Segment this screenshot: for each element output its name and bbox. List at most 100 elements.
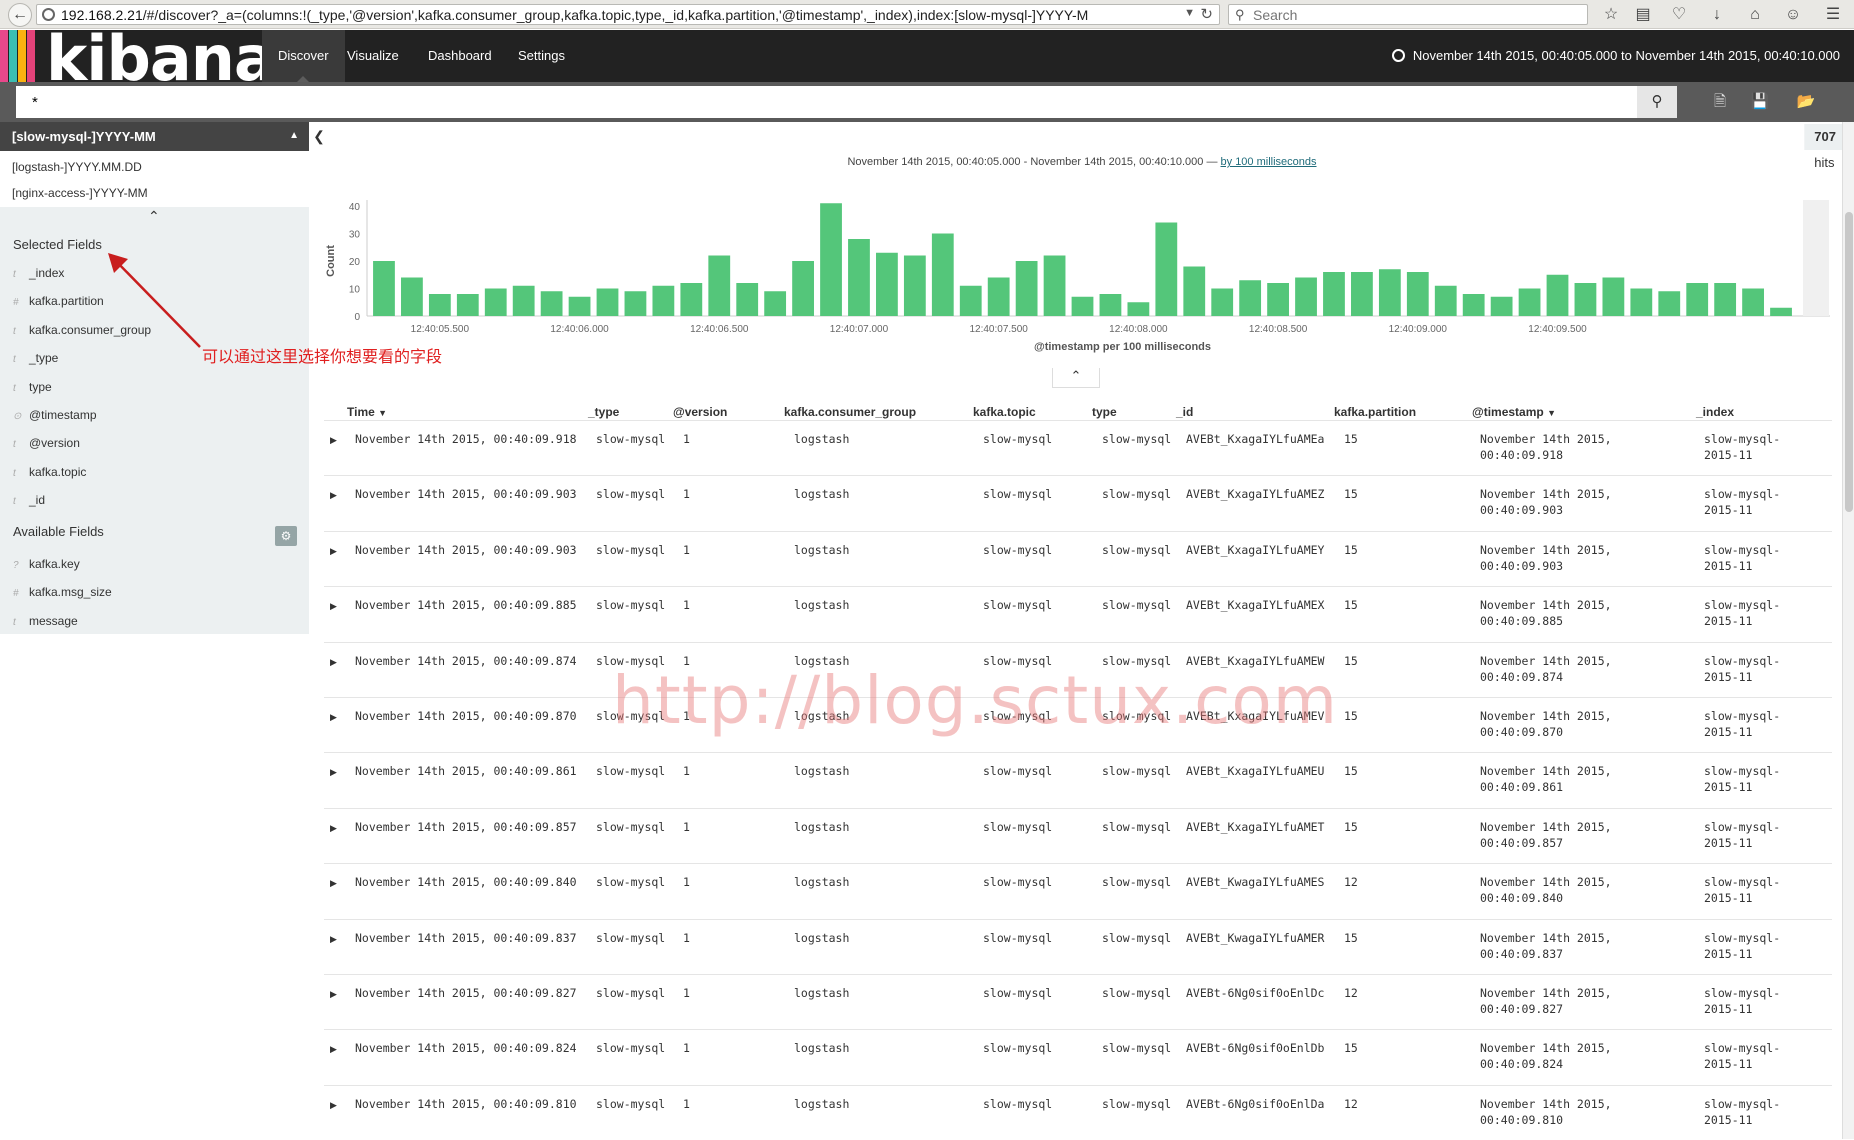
expand-row-icon[interactable]: ▶ xyxy=(330,823,337,834)
cell-index-line1: slow-mysql- xyxy=(1704,930,1781,945)
cell-type-meta: slow-mysql xyxy=(596,875,666,890)
expand-row-icon[interactable]: ▶ xyxy=(330,1044,337,1055)
reload-icon[interactable]: ↻ xyxy=(1200,5,1213,23)
chat-icon[interactable]: ☺ xyxy=(1782,4,1804,26)
annotation-arrow xyxy=(108,253,201,348)
query-input[interactable] xyxy=(16,86,1637,118)
cell-index-line1: slow-mysql- xyxy=(1704,487,1781,502)
menu-icon[interactable]: ☰ xyxy=(1822,4,1844,26)
save-icon[interactable]: 💾 xyxy=(1744,88,1776,116)
search-icon: ⚲ xyxy=(1235,7,1245,22)
reading-list-icon[interactable]: ▤ xyxy=(1632,4,1654,26)
tab-dashboard[interactable]: Dashboard xyxy=(412,30,508,82)
field-item[interactable]: # kafka.partition xyxy=(13,294,104,308)
cell-version: 1 xyxy=(683,1041,690,1056)
cell-topic: slow-mysql xyxy=(983,598,1053,613)
column-header-id[interactable]: _id xyxy=(1176,405,1193,419)
pocket-icon[interactable]: ♡ xyxy=(1668,4,1690,26)
cell-time: November 14th 2015, 00:40:09.861 xyxy=(355,764,577,779)
table-row[interactable]: ▶ November 14th 2015, 00:40:09.810 slow-my… xyxy=(324,1084,1832,1140)
url-dropdown-icon[interactable]: ▼ xyxy=(1184,7,1195,19)
histogram-bar xyxy=(1351,272,1373,316)
table-row[interactable]: ▶ November 14th 2015, 00:40:09.918 slow-my… xyxy=(324,420,1832,475)
table-row[interactable]: ▶ November 14th 2015, 00:40:09.824 slow-my… xyxy=(324,1029,1832,1084)
column-header-topic[interactable]: kafka.topic xyxy=(973,405,1036,419)
field-item[interactable]: ⊙ @timestamp xyxy=(13,408,97,422)
expand-row-icon[interactable]: ▶ xyxy=(330,989,337,1000)
cell-version: 1 xyxy=(683,819,690,834)
cell-index-line2: 2015-11 xyxy=(1704,725,1753,739)
column-header-timestamp[interactable]: @timestamp ▼ xyxy=(1472,405,1556,419)
column-header-consumer-group[interactable]: kafka.consumer_group xyxy=(784,405,916,419)
column-header-partition[interactable]: kafka.partition xyxy=(1334,405,1416,419)
histogram-bar xyxy=(540,291,563,316)
table-row[interactable]: ▶ November 14th 2015, 00:40:09.861 slow-my… xyxy=(324,752,1832,807)
field-item[interactable]: t _id xyxy=(13,493,45,507)
interval-link[interactable]: by 100 milliseconds xyxy=(1221,156,1317,168)
page-scrollbar[interactable] xyxy=(1842,122,1854,1139)
expand-row-icon[interactable]: ▶ xyxy=(330,490,337,501)
column-header-type[interactable]: type xyxy=(1092,405,1117,419)
cell-time: November 14th 2015, 00:40:09.918 xyxy=(355,432,577,446)
x-tick-label: 12:40:05.500 xyxy=(411,324,470,335)
histogram-bar xyxy=(1574,283,1597,316)
search-button[interactable]: ⚲ xyxy=(1637,86,1677,118)
column-header-version[interactable]: @version xyxy=(673,405,727,419)
back-arrow-icon[interactable]: ← xyxy=(8,3,32,27)
field-item[interactable]: # kafka.msg_size xyxy=(13,585,112,599)
table-row[interactable]: ▶ November 14th 2015, 00:40:09.837 slow-my… xyxy=(324,918,1832,974)
expand-row-icon[interactable]: ▶ xyxy=(330,601,337,612)
cell-time: November 14th 2015, 00:40:09.824 xyxy=(355,1041,577,1056)
home-icon[interactable]: ⌂ xyxy=(1744,4,1766,26)
chevron-left-icon[interactable]: ❮ xyxy=(310,128,328,148)
table-row[interactable]: ▶ November 14th 2015, 00:40:09.827 slow-my… xyxy=(324,974,1832,1029)
field-item[interactable]: t message xyxy=(13,614,78,628)
tab-settings[interactable]: Settings xyxy=(502,30,581,82)
scrollbar-thumb[interactable] xyxy=(1845,212,1853,512)
field-item[interactable]: t type xyxy=(13,380,52,394)
expand-row-icon[interactable]: ▶ xyxy=(330,546,337,557)
expand-row-icon[interactable]: ▶ xyxy=(330,878,337,889)
field-item[interactable]: t kafka.topic xyxy=(13,465,86,479)
sort-desc-icon[interactable]: ▼ xyxy=(1547,408,1556,418)
cell-index-line2: 2015-11 xyxy=(1704,891,1753,906)
cell-index-line1: slow-mysql- xyxy=(1704,542,1781,557)
expand-row-icon[interactable]: ▶ xyxy=(330,767,337,778)
new-search-icon[interactable]: 🗎 xyxy=(1704,88,1736,116)
column-header-type-meta[interactable]: _type xyxy=(588,405,619,419)
tab-visualize[interactable]: Visualize xyxy=(331,30,415,82)
cell-timestamp-date: November 14th 2015, xyxy=(1480,487,1612,502)
table-row[interactable]: ▶ November 14th 2015, 00:40:09.885 slow-my… xyxy=(324,586,1832,641)
expand-row-icon[interactable]: ▶ xyxy=(330,934,337,945)
table-row[interactable]: ▶ November 14th 2015, 00:40:09.857 slow-my… xyxy=(324,807,1832,863)
field-item[interactable]: t @version xyxy=(13,436,80,450)
histogram-bar xyxy=(792,261,814,316)
table-row[interactable]: ▶ November 14th 2015, 00:40:09.903 slow-my… xyxy=(324,475,1832,530)
browser-search-box[interactable]: ⚲ xyxy=(1228,4,1588,25)
field-item[interactable]: ? kafka.key xyxy=(13,557,80,571)
browser-search-input[interactable] xyxy=(1253,6,1573,23)
download-arrow-icon[interactable]: ↓ xyxy=(1706,4,1728,26)
field-name: type xyxy=(29,379,52,394)
expand-row-icon[interactable]: ▶ xyxy=(330,657,337,668)
time-picker[interactable]: November 14th 2015, 00:40:05.000 to Nove… xyxy=(1391,30,1840,82)
bookmark-star-icon[interactable]: ☆ xyxy=(1600,4,1622,26)
cell-partition: 12 xyxy=(1344,875,1358,890)
column-header-index[interactable]: _index xyxy=(1696,405,1734,419)
column-header-time[interactable]: Time ▼ xyxy=(347,405,387,419)
expand-row-icon[interactable]: ▶ xyxy=(330,435,337,446)
index-pattern-selector[interactable]: [slow-mysql-]YYYY-MM ▲ xyxy=(0,122,309,151)
collapse-chart-icon[interactable]: ⌃ xyxy=(1052,368,1100,388)
open-folder-icon[interactable]: 📂 xyxy=(1790,88,1822,116)
expand-row-icon[interactable]: ▶ xyxy=(330,712,337,723)
index-option[interactable]: [nginx-access-]YYYY-MM xyxy=(12,186,148,200)
table-row[interactable]: ▶ November 14th 2015, 00:40:09.840 slow-my… xyxy=(324,863,1832,918)
collapse-index-list-icon[interactable]: ⌃ xyxy=(148,208,160,225)
sort-desc-icon[interactable]: ▼ xyxy=(378,408,387,418)
url-text[interactable]: 192.168.2.21/#/discover?_a=(columns:!(_t… xyxy=(61,7,1161,23)
field-item[interactable]: t _type xyxy=(13,351,58,365)
field-item[interactable]: t _index xyxy=(13,266,64,280)
expand-row-icon[interactable]: ▶ xyxy=(330,1100,337,1111)
table-row[interactable]: ▶ November 14th 2015, 00:40:09.903 slow-my… xyxy=(324,530,1832,586)
gear-icon[interactable]: ⚙ xyxy=(275,526,297,546)
